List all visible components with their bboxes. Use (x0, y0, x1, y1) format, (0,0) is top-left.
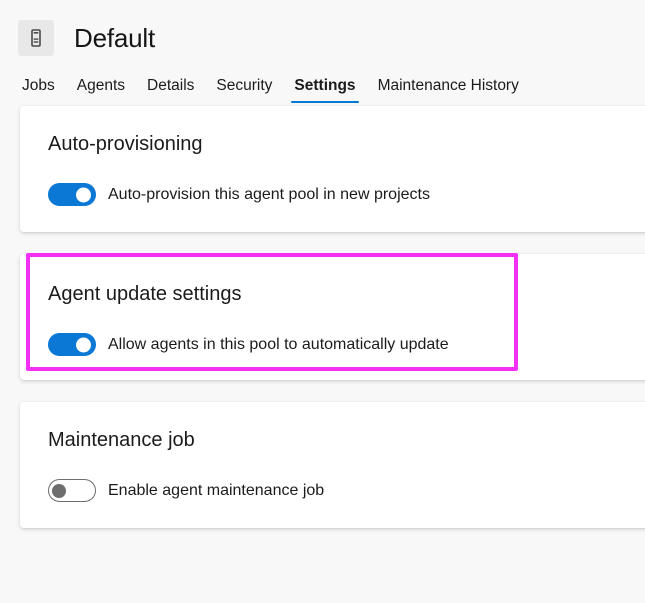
enable-maintenance-job-toggle-label: Enable agent maintenance job (108, 482, 324, 500)
agent-pool-icon (18, 20, 54, 56)
tab-maintenance-history[interactable]: Maintenance History (367, 78, 530, 107)
auto-provision-toggle[interactable] (48, 183, 96, 206)
maintenance-job-toggle-row: Enable agent maintenance job (48, 479, 645, 502)
agent-auto-update-toggle-label: Allow agents in this pool to automatical… (108, 336, 449, 354)
auto-provisioning-title: Auto-provisioning (48, 132, 645, 157)
maintenance-job-title: Maintenance job (48, 428, 645, 453)
toggle-knob (52, 484, 66, 498)
tab-bar: Jobs Agents Details Security Settings Ma… (0, 62, 645, 106)
tab-security[interactable]: Security (205, 78, 283, 107)
tab-details[interactable]: Details (136, 78, 205, 107)
auto-provisioning-card: Auto-provisioning Auto-provision this ag… (20, 106, 645, 232)
page-header: Default (0, 0, 645, 62)
agent-update-settings-title: Agent update settings (48, 282, 645, 307)
settings-card-list: Auto-provisioning Auto-provision this ag… (0, 106, 645, 528)
auto-provision-toggle-label: Auto-provision this agent pool in new pr… (108, 186, 430, 204)
enable-maintenance-job-toggle[interactable] (48, 479, 96, 502)
toggle-knob (76, 337, 91, 352)
tab-settings[interactable]: Settings (283, 78, 366, 107)
agent-auto-update-toggle[interactable] (48, 333, 96, 356)
maintenance-job-card: Maintenance job Enable agent maintenance… (20, 402, 645, 528)
auto-provision-toggle-row: Auto-provision this agent pool in new pr… (48, 183, 645, 206)
toggle-knob (76, 187, 91, 202)
page-title: Default (74, 23, 155, 54)
tab-jobs[interactable]: Jobs (18, 78, 66, 107)
agent-update-toggle-row: Allow agents in this pool to automatical… (48, 333, 645, 356)
agent-update-settings-card: Agent update settings Allow agents in th… (20, 254, 645, 380)
tab-agents[interactable]: Agents (66, 78, 136, 107)
